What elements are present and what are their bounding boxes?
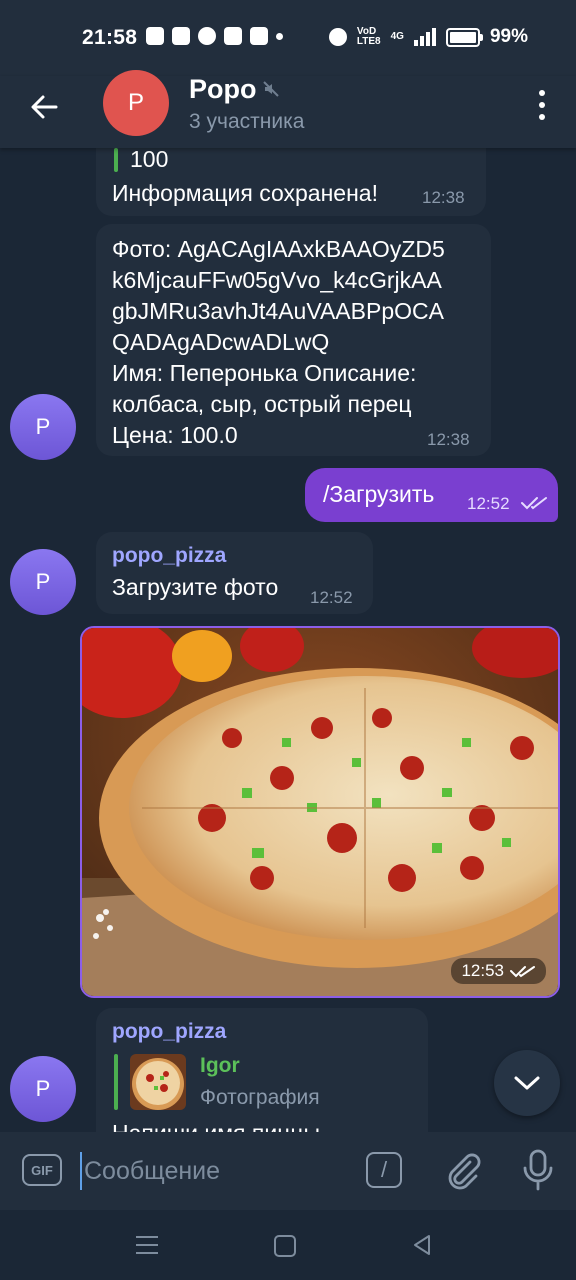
photo-message[interactable]: 12:53: [80, 626, 560, 998]
back-triangle-icon[interactable]: [412, 1234, 432, 1256]
message-line: Имя: Пеперонька Описание:: [112, 360, 417, 386]
message-time: 12:38: [422, 188, 465, 207]
reply-text: Фотография: [200, 1086, 320, 1109]
message-input-bar: GIF /: [0, 1132, 576, 1210]
double-check-icon: [521, 497, 547, 510]
bot-commands-button[interactable]: /: [366, 1152, 402, 1188]
sender-name[interactable]: popo_pizza: [112, 544, 226, 568]
back-arrow-icon[interactable]: [28, 90, 62, 124]
system-nav-bar: [0, 1210, 576, 1280]
message-input[interactable]: [82, 1150, 344, 1192]
sender-avatar[interactable]: P: [10, 549, 76, 615]
message-text: Напиши имя пиццы: [112, 1118, 320, 1132]
more-dot-icon: [276, 33, 283, 40]
message-line: Цена: 100.0: [112, 422, 238, 448]
message-time: 12:38: [427, 430, 470, 449]
message-line: gbJMRu3avhJt4AuVAABPpOCA: [112, 298, 444, 324]
scroll-down-button[interactable]: [494, 1050, 560, 1116]
status-notification-icons: [146, 27, 283, 45]
mail-icon: [224, 27, 242, 45]
message-time: 12:52: [467, 494, 510, 513]
attach-icon[interactable]: [442, 1150, 482, 1190]
message-line: QADAgADcwADLwQ: [112, 329, 330, 355]
battery-icon: [445, 27, 483, 47]
chat-title[interactable]: Popo: [189, 74, 257, 105]
chat-avatar[interactable]: P: [103, 70, 169, 136]
status-time: 21:58: [82, 26, 138, 49]
message-bubble[interactable]: popo_pizza Igor Фотография Напиши имя пи…: [96, 1008, 428, 1132]
spotify-icon: [172, 27, 190, 45]
double-check-icon: [510, 965, 535, 977]
recents-button[interactable]: [136, 1236, 158, 1254]
message-bubble[interactable]: popo_pizza Загрузите фото 12:52: [96, 532, 373, 614]
message-time: 12:52: [310, 588, 353, 607]
muted-icon: [263, 81, 279, 97]
message-line: колбаса, сыр, острый перец: [112, 391, 412, 417]
pizza-photo: [82, 628, 558, 996]
check-circle-icon: [198, 27, 216, 45]
status-bar: 21:58 VoD LTE8 4G 99%: [0, 0, 576, 76]
message-line: Фото: AgACAgIAAxkBAAOyZD5: [112, 236, 445, 262]
message-text: Загрузите фото: [112, 574, 279, 600]
chat-subtitle: 3 участника: [189, 110, 305, 133]
message-time: 12:53: [461, 961, 504, 980]
link-icon: [250, 27, 268, 45]
message-text: /Загрузить: [323, 481, 435, 507]
home-button[interactable]: [274, 1235, 296, 1257]
alarm-icon: [328, 28, 347, 46]
network-gen: 4G: [390, 31, 404, 42]
microphone-icon[interactable]: [518, 1148, 558, 1192]
quote-bar: [114, 148, 118, 172]
network-type: VoD LTE8: [356, 26, 381, 47]
chat-header: P Popo 3 участника: [0, 70, 576, 148]
chevron-down-icon: [514, 1076, 540, 1090]
message-bubble[interactable]: Фото: AgACAgIAAxkBAAOyZD5 k6MjcauFFw05gV…: [96, 224, 491, 456]
photo-time-badge: 12:53: [451, 958, 546, 984]
reply-sender: Igor: [200, 1054, 240, 1077]
message-text: Информация сохранена!: [112, 180, 378, 206]
outgoing-message-bubble[interactable]: /Загрузить 12:52: [305, 468, 558, 522]
more-vert-icon[interactable]: [538, 90, 546, 120]
battery-level: 99%: [489, 26, 528, 47]
telegram-icon: [146, 27, 164, 45]
gif-button[interactable]: GIF: [22, 1154, 62, 1186]
quote-text: 100: [130, 148, 169, 172]
reply-thumbnail: [130, 1054, 186, 1110]
sender-name[interactable]: popo_pizza: [112, 1020, 226, 1044]
sender-avatar[interactable]: P: [10, 1056, 76, 1122]
message-bubble[interactable]: 100 Информация сохранена! 12:38: [96, 148, 486, 216]
message-line: k6MjcauFFw05gVvo_k4cGrjkAA: [112, 267, 442, 293]
message-list[interactable]: 100 Информация сохранена! 12:38 Фото: Ag…: [0, 148, 576, 1132]
sender-avatar[interactable]: P: [10, 394, 76, 460]
signal-icon: [413, 28, 436, 46]
reply-bar: [114, 1054, 118, 1110]
